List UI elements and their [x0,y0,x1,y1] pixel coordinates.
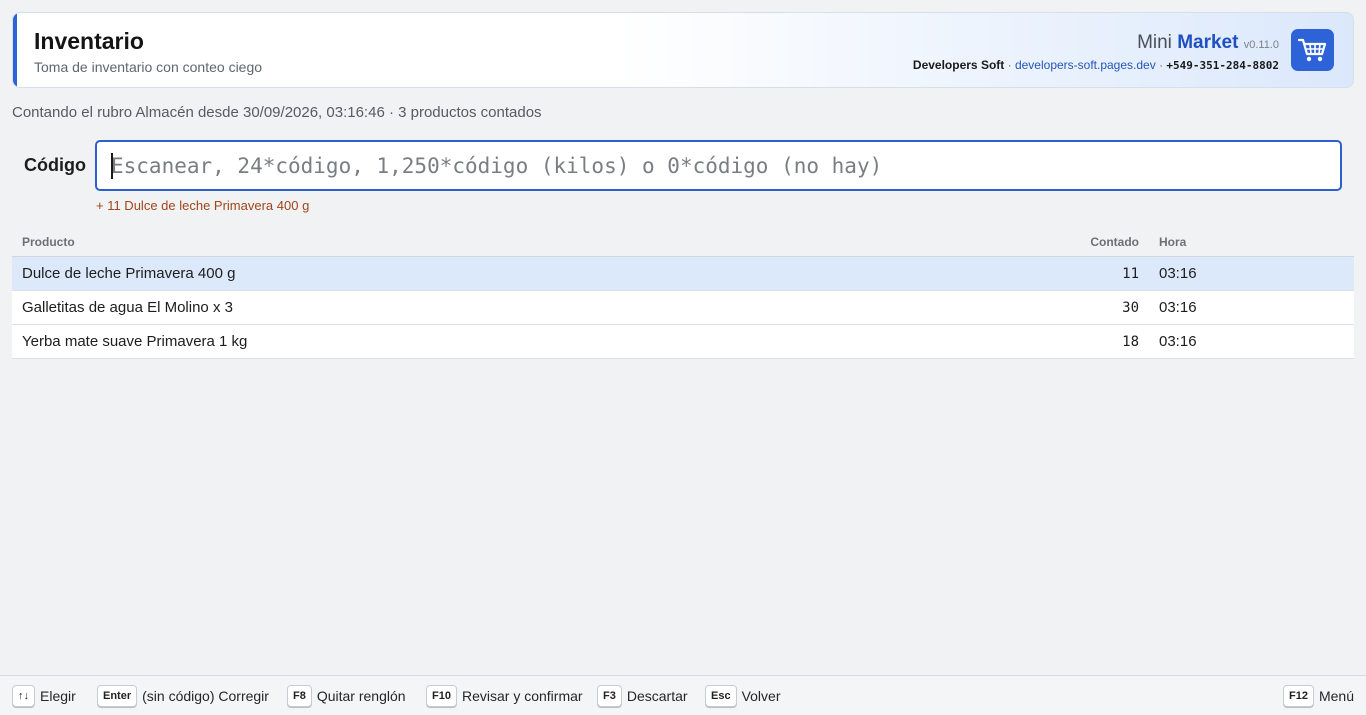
inventory-screen: Inventario Toma de inventario con conteo… [0,0,1366,715]
separator: · [1007,58,1012,72]
header: Inventario Toma de inventario con conteo… [12,12,1354,88]
table-header: Producto Contado Hora [12,226,1354,257]
shortcut-menu[interactable]: F12 Menú [1283,685,1354,707]
shortcut-label: Menú [1318,688,1354,704]
count-status: Contando el rubro Almacén desde 30/09/20… [12,104,542,121]
shopping-cart-icon-svg [1297,38,1326,62]
key-esc: Esc [705,685,737,707]
column-header-contado: Contado [1090,235,1139,249]
key-enter: Enter [97,685,138,707]
cell-contado: 11 [1122,266,1139,282]
shortcut-label: Descartar [626,688,688,704]
table-row[interactable]: Yerba mate suave Primavera 1 kg 18 03:16 [12,325,1354,359]
key-f12: F12 [1283,685,1314,707]
header-accent-bar [13,13,17,87]
table-row[interactable]: Galletitas de agua El Molino x 3 30 03:1… [12,291,1354,325]
last-scan-feedback: + 11 Dulce de leche Primavera 400 g [96,198,310,213]
key-arrows: ↑↓ [12,685,35,707]
counted-products-table: Producto Contado Hora Dulce de leche Pri… [12,226,1354,359]
shortcut-elegir[interactable]: ↑↓ Elegir [12,685,76,707]
page-title: Inventario [34,28,144,54]
company-name: Developers Soft [912,58,1005,72]
cell-contado: 30 [1122,300,1139,316]
code-input[interactable] [95,140,1342,191]
shopping-cart-icon [1291,29,1334,71]
key-f8: F8 [287,685,312,707]
cell-hora: 03:16 [1159,299,1197,316]
shortcut-volver[interactable]: Esc Volver [705,685,781,707]
shortcut-bar: ↑↓ Elegir Enter (sin código) Corregir F8… [0,675,1366,715]
shortcut-label: Elegir [40,688,76,704]
app-version: v0.11.0 [1243,39,1279,51]
company-phone: +549-351-284-8802 [1166,59,1279,72]
separator: · [1159,58,1164,72]
cell-hora: 03:16 [1159,333,1197,350]
shortcut-revisar-confirmar[interactable]: F10 Revisar y confirmar [426,685,583,707]
text-caret [111,153,113,179]
brand-mini: Mini [1137,32,1172,53]
column-header-producto: Producto [22,235,75,249]
key-f10: F10 [426,685,457,707]
column-header-hora: Hora [1159,235,1187,249]
shortcut-quitar-renglon[interactable]: F8 Quitar renglón [287,685,406,707]
brand-block: Mini Market v0.11.0 Developers Soft · de… [913,31,1279,72]
brand-market: Market [1177,32,1239,53]
cell-hora: 03:16 [1159,265,1197,282]
shortcut-descartar[interactable]: F3 Descartar [597,685,688,707]
shortcut-label: (sin código) Corregir [142,688,269,704]
shortcut-corregir[interactable]: Enter (sin código) Corregir [97,685,269,707]
page-subtitle: Toma de inventario con conteo ciego [34,59,263,75]
company-info: Developers Soft · developers-soft.pages.… [913,58,1279,72]
cell-producto: Dulce de leche Primavera 400 g [22,265,236,282]
code-label: Código [24,155,86,175]
key-f3: F3 [597,685,622,707]
shortcut-label: Revisar y confirmar [461,688,583,704]
cell-contado: 18 [1122,334,1139,350]
table-row[interactable]: Dulce de leche Primavera 400 g 11 03:16 [12,257,1354,291]
cell-producto: Galletitas de agua El Molino x 3 [22,299,233,316]
company-website: developers-soft.pages.dev [1014,58,1156,72]
cell-producto: Yerba mate suave Primavera 1 kg [22,333,248,350]
shortcut-label: Quitar renglón [316,688,406,704]
shortcut-label: Volver [741,688,781,704]
brand-name: Mini Market v0.11.0 [913,31,1279,57]
